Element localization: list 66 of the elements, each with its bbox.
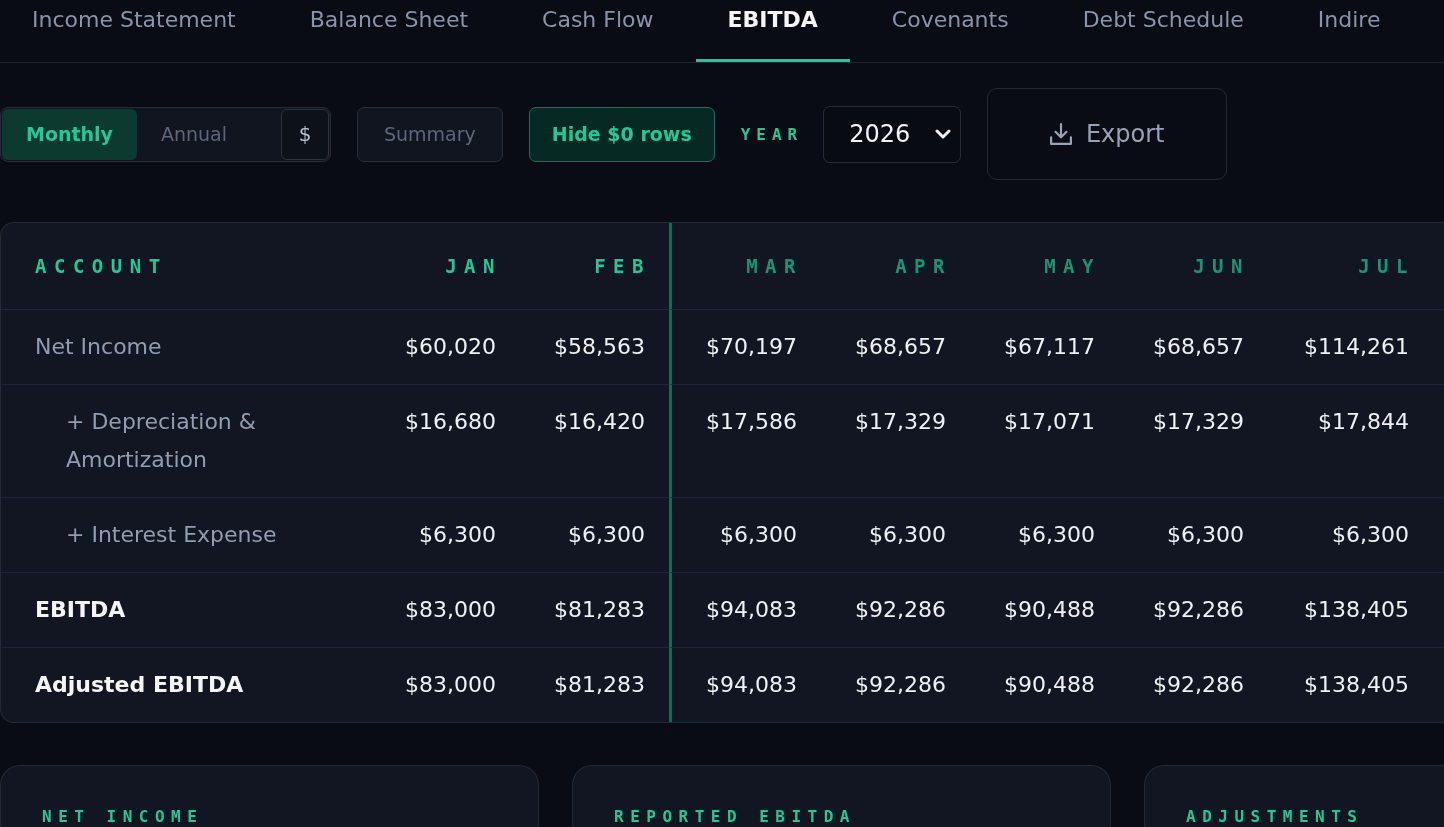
tab[interactable]: Debt Schedule [1050,0,1276,62]
year-select[interactable]: 2026 [823,105,962,163]
card-title: NET INCOME [42,807,205,827]
table-cell-text: $81,283 [553,671,646,699]
table-cell: $92,286 [821,573,970,648]
table-cell: $6,300 [970,498,1119,573]
column-header: MAR [669,223,821,310]
table-cell: $94,083 [669,573,821,648]
card-title: ADJUSTMENTS [1186,807,1365,827]
card-title: REPORTED EBITDA [614,807,857,827]
table-cell: $6,300 [1268,498,1444,573]
tab[interactable]: Balance Sheet [277,0,501,62]
table-cell: $6,300 [371,498,520,573]
tab[interactable]: Covenants [859,0,1041,62]
table-cell: $92,286 [1119,573,1268,648]
column-header: APR [821,223,970,310]
table-cell: $17,071 [970,385,1119,498]
table-cell: $83,000 [371,573,520,648]
table-cell: $68,657 [821,310,970,385]
row-label: EBITDA [1,573,371,648]
table-cell: $17,586 [669,385,821,498]
column-header: FEB [520,223,669,310]
row-label: Net Income [1,310,371,385]
view-mode-tab[interactable]: Monthly [2,108,137,160]
table-cell: $6,300 [821,498,970,573]
column-header: ACCOUNT [1,223,371,310]
row-label: + Depreciation & Amortization [1,385,371,498]
toggle-button[interactable]: Hide $0 rows [528,106,715,162]
row-label: Adjusted EBITDA [34,671,245,699]
column-header: MAY [970,223,1119,310]
table-cell-text: $90,488 [1003,671,1096,699]
table-cell: $17,329 [1119,385,1268,498]
table-cell: $17,844 [1268,385,1444,498]
table-cell: $114,261 [1268,310,1444,385]
chevron-down-icon [935,129,952,139]
table-cell: $6,300 [669,498,821,573]
table-cell: $68,657 [1119,310,1268,385]
year-label: YEAR [740,124,804,144]
tab[interactable]: EBITDA [695,0,850,62]
column-header: JAN [371,223,520,310]
table-cell-text: $138,405 [1303,671,1410,699]
table-cell: $70,197 [669,310,821,385]
row-label: + Interest Expense [1,498,371,573]
table-cell: $16,420 [520,385,669,498]
table-cell: $16,680 [371,385,520,498]
table-cell: $90,488 [970,573,1119,648]
table-cell: $67,117 [970,310,1119,385]
table-cell: $81,283 [520,573,669,648]
table-cell-text: $92,286 [1152,671,1245,699]
currency-button[interactable]: $ [281,108,329,160]
table-cell: $6,300 [1119,498,1268,573]
tab[interactable]: Cash Flow [510,0,686,62]
column-header: JUN [1119,223,1268,310]
table-cell: $17,329 [821,385,970,498]
tab[interactable]: Indire [1285,0,1413,62]
table-cell: $6,300 [520,498,669,573]
table-cell: $138,405 [1268,573,1444,648]
table-cell-text: $92,286 [854,671,947,699]
table-cell: $94,083 [669,648,821,722]
export-button[interactable]: Export [987,88,1228,180]
table-cell: $60,020 [371,310,520,385]
table-cell: $58,563 [520,310,669,385]
column-header: JUL [1268,223,1444,310]
download-icon [1049,123,1072,145]
table-cell-text: $83,000 [404,671,497,699]
tab[interactable]: Income Statement [0,0,268,62]
